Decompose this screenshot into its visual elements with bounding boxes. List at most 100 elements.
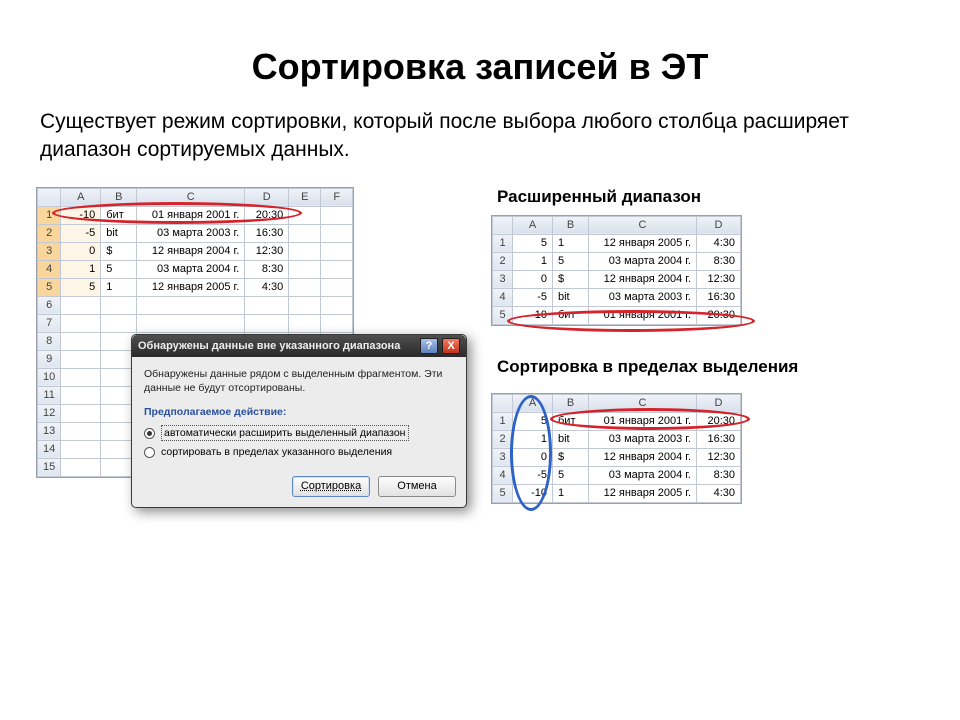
row-header[interactable]: 7: [38, 314, 61, 332]
col-header[interactable]: C: [589, 394, 697, 412]
radio-expand-selection[interactable]: автоматически расширить выделенный диапа…: [144, 425, 454, 441]
cell[interactable]: бит: [553, 306, 589, 324]
row-header[interactable]: 10: [38, 368, 61, 386]
cell[interactable]: 1: [553, 234, 589, 252]
cell[interactable]: 16:30: [697, 430, 741, 448]
col-header[interactable]: D: [697, 394, 741, 412]
cancel-button[interactable]: Отмена: [378, 476, 456, 497]
row-header[interactable]: 6: [38, 296, 61, 314]
cell[interactable]: 1: [101, 278, 137, 296]
cell[interactable]: 20:30: [697, 306, 741, 324]
cell[interactable]: [289, 224, 321, 242]
cell[interactable]: [289, 260, 321, 278]
cell[interactable]: 0: [61, 242, 101, 260]
cell[interactable]: bit: [553, 288, 589, 306]
cell[interactable]: -5: [513, 288, 553, 306]
row-header[interactable]: 2: [493, 430, 513, 448]
cell[interactable]: -5: [513, 466, 553, 484]
cell[interactable]: [321, 242, 353, 260]
cell[interactable]: -5: [61, 224, 101, 242]
cell[interactable]: [289, 206, 321, 224]
row-header[interactable]: 2: [38, 224, 61, 242]
row-header[interactable]: 15: [38, 458, 61, 476]
cell[interactable]: 01 января 2001 г.: [137, 206, 245, 224]
col-header[interactable]: B: [553, 216, 589, 234]
row-header[interactable]: 12: [38, 404, 61, 422]
cell[interactable]: -10: [61, 206, 101, 224]
row-header[interactable]: 5: [493, 484, 513, 502]
col-header[interactable]: E: [289, 188, 321, 206]
cell[interactable]: 12 января 2004 г.: [589, 270, 697, 288]
row-header[interactable]: 1: [493, 234, 513, 252]
cell[interactable]: [321, 224, 353, 242]
col-header[interactable]: D: [245, 188, 289, 206]
cell[interactable]: $: [553, 270, 589, 288]
row-header[interactable]: 5: [38, 278, 61, 296]
sheet-within[interactable]: A B C D 1 5 бит 01 января 2001 г. 20:30 …: [491, 393, 742, 504]
cell[interactable]: 01 января 2001 г.: [589, 412, 697, 430]
row-header[interactable]: 4: [493, 466, 513, 484]
col-header[interactable]: B: [101, 188, 137, 206]
cell[interactable]: $: [553, 448, 589, 466]
cell[interactable]: -10: [513, 306, 553, 324]
col-header[interactable]: A: [513, 216, 553, 234]
cell[interactable]: 03 марта 2003 г.: [137, 224, 245, 242]
cell[interactable]: 5: [553, 466, 589, 484]
sort-button[interactable]: Сортировка: [292, 476, 370, 497]
row-header[interactable]: 1: [493, 412, 513, 430]
cell[interactable]: 4:30: [245, 278, 289, 296]
cell[interactable]: bit: [101, 224, 137, 242]
cell[interactable]: 20:30: [697, 412, 741, 430]
cell[interactable]: 1: [513, 252, 553, 270]
cell[interactable]: 8:30: [245, 260, 289, 278]
cell[interactable]: 12 января 2005 г.: [589, 484, 697, 502]
cell[interactable]: 1: [553, 484, 589, 502]
row-header[interactable]: 3: [493, 270, 513, 288]
cell[interactable]: 0: [513, 270, 553, 288]
row-header[interactable]: 3: [493, 448, 513, 466]
row-header[interactable]: 8: [38, 332, 61, 350]
cell[interactable]: [289, 278, 321, 296]
cell[interactable]: 01 января 2001 г.: [589, 306, 697, 324]
cell[interactable]: 5: [513, 412, 553, 430]
sheet-extended[interactable]: A B C D 1 5 1 12 января 2005 г. 4:30 2 1…: [491, 215, 742, 326]
col-header[interactable]: D: [697, 216, 741, 234]
cell[interactable]: 5: [553, 252, 589, 270]
col-header[interactable]: A: [513, 394, 553, 412]
cell[interactable]: 8:30: [697, 466, 741, 484]
cell[interactable]: 5: [101, 260, 137, 278]
col-header[interactable]: B: [553, 394, 589, 412]
cell[interactable]: 03 марта 2003 г.: [589, 288, 697, 306]
cell[interactable]: [321, 278, 353, 296]
cell[interactable]: 8:30: [697, 252, 741, 270]
cell[interactable]: 03 марта 2004 г.: [589, 252, 697, 270]
help-icon[interactable]: ?: [420, 338, 438, 354]
radio-sort-within-selection[interactable]: сортировать в пределах указанного выделе…: [144, 445, 454, 459]
cell[interactable]: 0: [513, 448, 553, 466]
cell[interactable]: 1: [513, 430, 553, 448]
row-header[interactable]: 14: [38, 440, 61, 458]
row-header[interactable]: 13: [38, 422, 61, 440]
col-header[interactable]: C: [137, 188, 245, 206]
cell[interactable]: 4:30: [697, 484, 741, 502]
cell[interactable]: 5: [61, 278, 101, 296]
cell[interactable]: 16:30: [245, 224, 289, 242]
row-header[interactable]: 9: [38, 350, 61, 368]
row-header[interactable]: 2: [493, 252, 513, 270]
cell[interactable]: [321, 206, 353, 224]
row-header[interactable]: 4: [493, 288, 513, 306]
row-header[interactable]: 1: [38, 206, 61, 224]
cell[interactable]: 20:30: [245, 206, 289, 224]
cell[interactable]: 16:30: [697, 288, 741, 306]
cell[interactable]: 03 марта 2003 г.: [589, 430, 697, 448]
cell[interactable]: 12:30: [697, 270, 741, 288]
cell[interactable]: бит: [553, 412, 589, 430]
cell[interactable]: 12 января 2004 г.: [137, 242, 245, 260]
cell[interactable]: [289, 242, 321, 260]
dialog-titlebar[interactable]: Обнаружены данные вне указанного диапазо…: [132, 335, 466, 357]
cell[interactable]: 12:30: [697, 448, 741, 466]
row-header[interactable]: 3: [38, 242, 61, 260]
cell[interactable]: бит: [101, 206, 137, 224]
col-header[interactable]: C: [589, 216, 697, 234]
cell[interactable]: 03 марта 2004 г.: [589, 466, 697, 484]
